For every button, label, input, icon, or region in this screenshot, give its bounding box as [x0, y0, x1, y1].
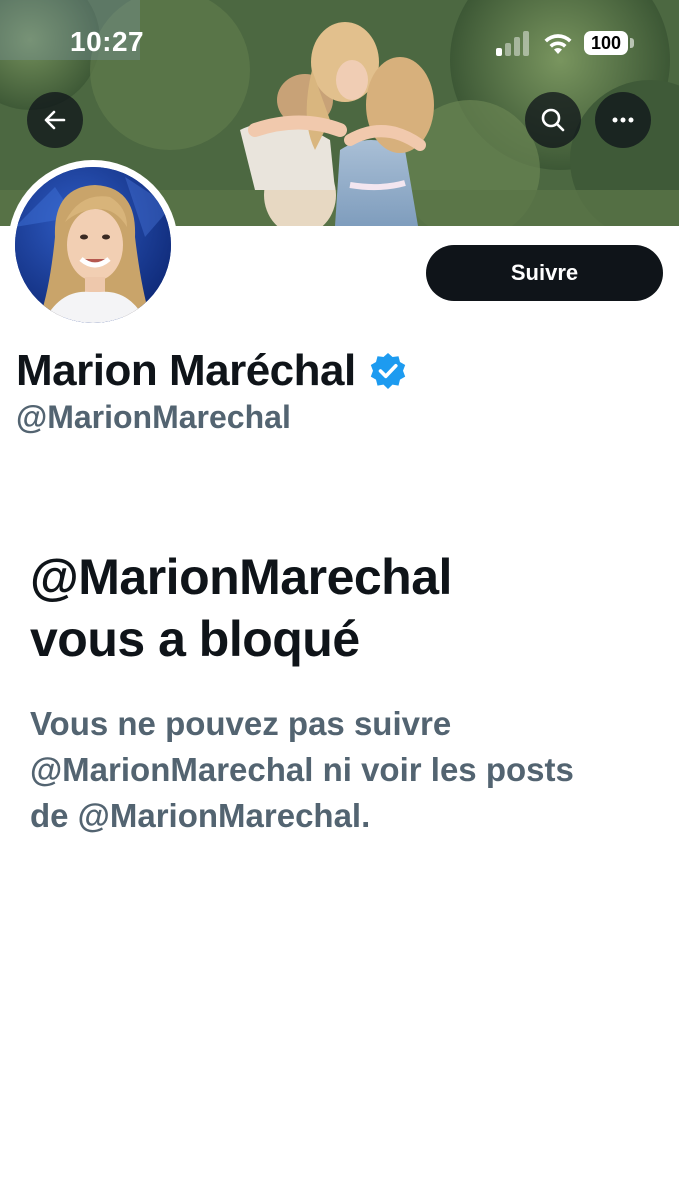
blocked-title: @MarionMarechal vous a bloqué: [30, 546, 660, 670]
avatar-illustration: [15, 167, 171, 323]
arrow-left-icon: [44, 110, 66, 130]
follow-button[interactable]: Suivre: [426, 245, 663, 301]
blocked-title-line-2: vous a bloqué: [30, 611, 360, 667]
search-icon: [541, 108, 565, 132]
blocked-title-line-1: @MarionMarechal: [30, 549, 452, 605]
status-time: 10:27: [70, 26, 145, 57]
back-button[interactable]: [27, 92, 83, 148]
search-button[interactable]: [525, 92, 581, 148]
battery-cap: [630, 38, 634, 48]
blocked-desc-line-3: de @MarionMarechal.: [30, 797, 371, 834]
avatar-photo: [15, 167, 171, 323]
wifi-icon: [544, 34, 572, 54]
avatar[interactable]: [8, 160, 178, 330]
cellular-signal-icon: [496, 30, 532, 56]
blocked-desc-line-1: Vous ne pouvez pas suivre: [30, 705, 452, 742]
verified-badge-icon[interactable]: [368, 351, 408, 391]
battery-indicator: 100: [584, 31, 628, 55]
blocked-description: Vous ne pouvez pas suivre @MarionMarecha…: [30, 701, 660, 839]
more-horizontal-icon: [612, 117, 634, 123]
status-bar: 10:27 100: [0, 0, 679, 90]
blocked-desc-line-2: @MarionMarechal ni voir les posts: [30, 751, 574, 788]
profile-handle: @MarionMarechal: [16, 399, 291, 435]
profile-page: 10:27 100 Suivre Marion Maréchal @Marion…: [0, 0, 679, 1200]
profile-name-row: Marion Maréchal: [16, 343, 408, 399]
more-options-button[interactable]: [595, 92, 651, 148]
profile-name: Marion Maréchal: [16, 346, 356, 395]
